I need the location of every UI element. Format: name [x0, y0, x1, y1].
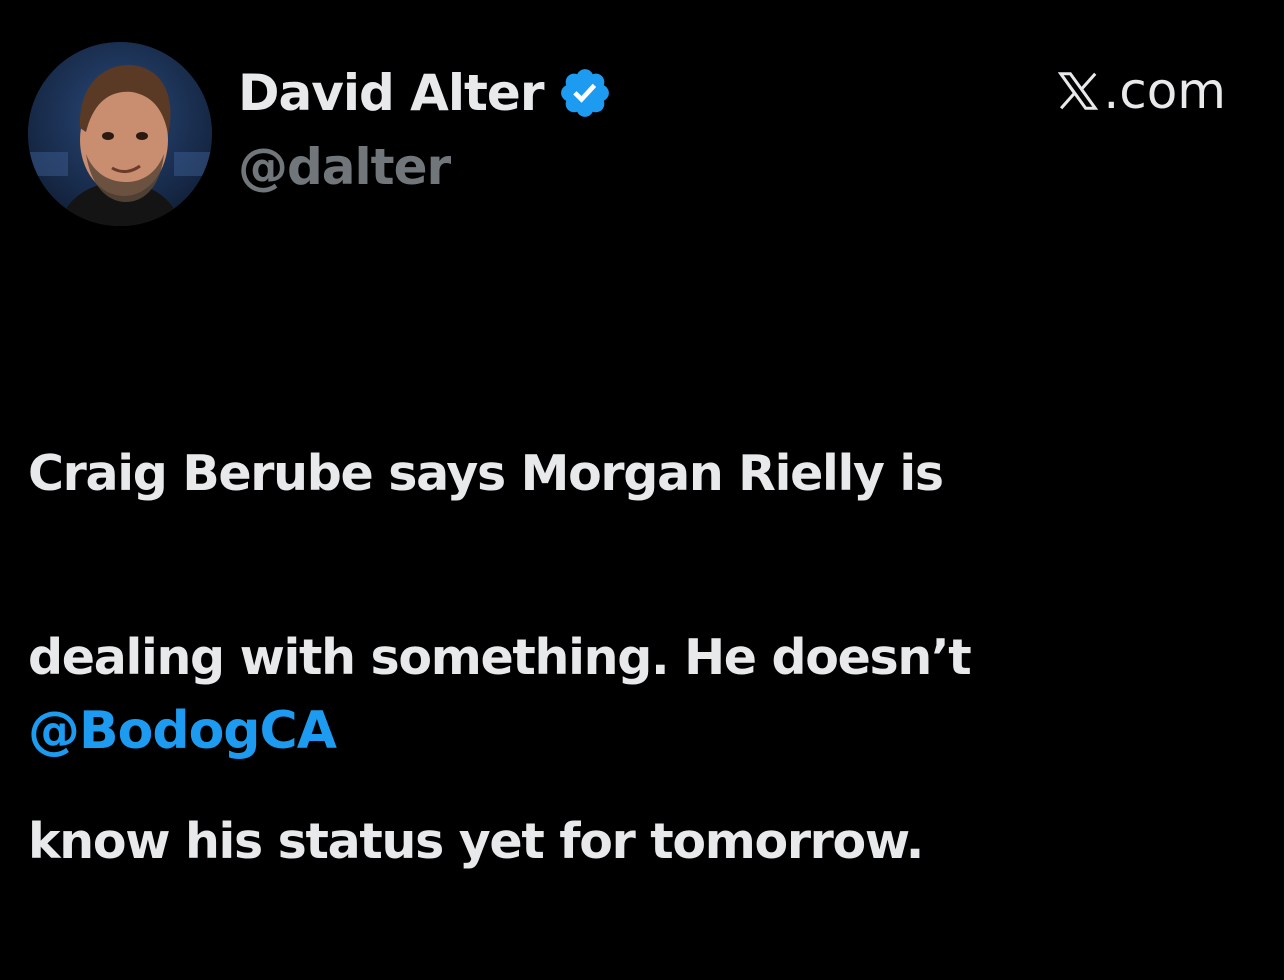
tweet-text-line: Craig Berube says Morgan Rielly is — [28, 445, 944, 502]
tweet-card: David Alter @dalter .com Craig Berube sa… — [0, 0, 1284, 870]
source-domain: .com — [1103, 62, 1226, 120]
tweet-text-line: know his status yet for tomorrow. — [28, 813, 924, 870]
display-name[interactable]: David Alter — [238, 68, 544, 118]
name-row: David Alter — [238, 58, 613, 128]
tweet-text-line: dealing with something. He doesn’t — [28, 629, 972, 686]
tweet-text: Craig Berube says Morgan Rielly is deali… — [28, 336, 1228, 980]
x-logo-icon — [1055, 68, 1101, 114]
avatar-photo-icon — [28, 42, 212, 226]
avatar[interactable] — [28, 42, 212, 226]
author-block: David Alter @dalter — [238, 58, 613, 192]
handle[interactable]: @dalter — [238, 142, 613, 192]
mention-link[interactable]: @BodogCA — [28, 696, 337, 766]
verified-badge-icon — [557, 65, 613, 121]
source-label[interactable]: .com — [1055, 66, 1226, 116]
